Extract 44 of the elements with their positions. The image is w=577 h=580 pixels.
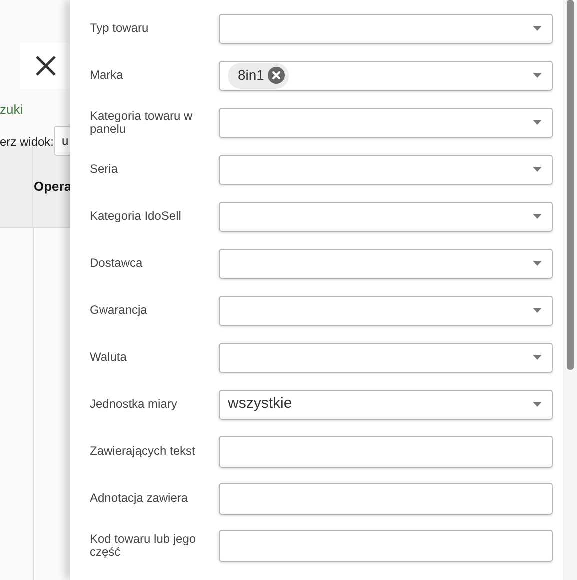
select-field[interactable] bbox=[219, 342, 553, 372]
filter-label: Adnotacja zawiera bbox=[90, 492, 190, 505]
caret-icon bbox=[533, 402, 542, 407]
caret-icon bbox=[533, 73, 542, 78]
close-icon bbox=[35, 55, 57, 77]
filter-label: Gwarancja bbox=[90, 304, 148, 317]
caret-icon bbox=[533, 261, 542, 266]
instruction-link[interactable]: zuki bbox=[0, 100, 24, 120]
select-field[interactable] bbox=[219, 108, 553, 138]
caret-icon bbox=[533, 355, 542, 360]
filter-label: Seria bbox=[90, 163, 120, 176]
tag-chip[interactable]: 8in1 bbox=[228, 62, 290, 88]
select-field[interactable] bbox=[219, 154, 553, 184]
filter-label: Typ towaru bbox=[90, 22, 150, 35]
scrollbar[interactable] bbox=[563, 0, 577, 580]
text-field[interactable] bbox=[219, 530, 553, 562]
caret-icon bbox=[533, 214, 542, 219]
select-field[interactable]: wszystkie bbox=[219, 390, 553, 420]
caret-icon bbox=[533, 120, 542, 125]
select-field[interactable] bbox=[219, 202, 553, 232]
select-field[interactable] bbox=[219, 296, 553, 326]
view-label: erz widok: bbox=[0, 134, 54, 151]
select-value: wszystkie bbox=[228, 394, 292, 414]
filter-label: Kod towaru lub jego część bbox=[90, 532, 198, 558]
caret-icon bbox=[533, 167, 542, 172]
filter-label: Zawierających tekst bbox=[90, 445, 196, 458]
filter-label: Dostawca bbox=[90, 257, 144, 270]
filter-label: Jednostka miary bbox=[90, 398, 178, 411]
scrollbar-thumb[interactable] bbox=[566, 0, 574, 370]
filter-label: Marka bbox=[90, 69, 124, 82]
filter-label: Waluta bbox=[90, 351, 128, 364]
filter-label: Kategoria towaru w panelu bbox=[90, 110, 194, 136]
select-field[interactable] bbox=[219, 14, 553, 44]
table-header-cell-text: Opera bbox=[33, 178, 72, 196]
select-field[interactable] bbox=[219, 248, 553, 278]
close-icon[interactable] bbox=[268, 67, 286, 84]
filter-label: Kategoria IdoSell bbox=[90, 210, 182, 223]
caret-icon bbox=[533, 308, 542, 313]
caret-icon bbox=[533, 26, 542, 31]
text-field[interactable] bbox=[219, 482, 553, 514]
view-select[interactable]: u bbox=[54, 126, 70, 156]
close-button[interactable] bbox=[20, 43, 72, 89]
text-field[interactable] bbox=[219, 436, 553, 468]
select-field[interactable]: 8in1 bbox=[219, 60, 553, 90]
